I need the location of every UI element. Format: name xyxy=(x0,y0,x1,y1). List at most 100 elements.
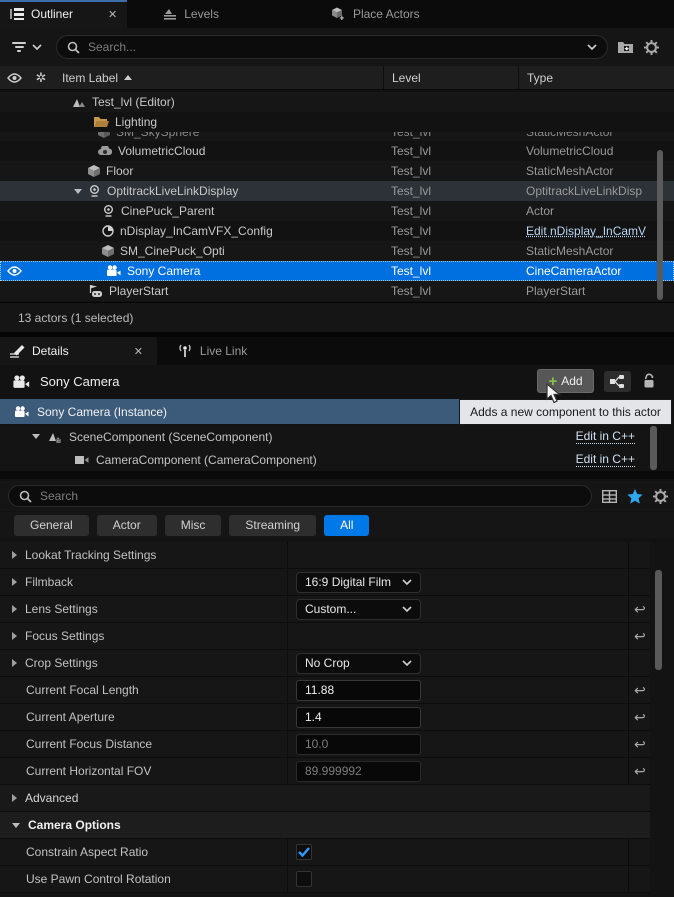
current-focal-length-input[interactable] xyxy=(296,680,421,701)
outliner-search-input[interactable] xyxy=(88,40,587,54)
player-start-icon xyxy=(88,285,103,298)
expand-arrow-icon[interactable] xyxy=(12,578,17,586)
property-row-crop-settings[interactable]: Crop Settings No Crop xyxy=(0,650,650,677)
edit-in-cpp-link[interactable]: Edit in C++ xyxy=(576,452,635,467)
property-row-focal-length[interactable]: Current Focal Length ↪ xyxy=(0,677,650,704)
current-horizontal-fov-input[interactable] xyxy=(296,761,421,782)
collapse-arrow-icon[interactable] xyxy=(12,823,20,828)
tab-outliner[interactable]: Outliner ✕ xyxy=(0,0,127,28)
reset-to-default-icon[interactable]: ↪ xyxy=(634,629,646,643)
expand-arrow-icon[interactable] xyxy=(12,551,17,559)
filter-chip-actor[interactable]: Actor xyxy=(97,515,157,536)
table-row-world[interactable]: Test_lvl (Editor) xyxy=(0,92,674,112)
table-row-selected[interactable]: Sony Camera Test_lvl CineCameraActor xyxy=(0,261,674,281)
property-row-filmback[interactable]: Filmback 16:9 Digital Film xyxy=(0,569,650,596)
details-search-row xyxy=(0,481,674,511)
details-search[interactable] xyxy=(8,485,592,507)
property-row-focus-settings[interactable]: Focus Settings ↪ xyxy=(0,623,650,650)
expand-arrow-icon[interactable] xyxy=(12,632,17,640)
table-row-clipped[interactable]: SM_SkySphere Test_lvl StaticMeshActor xyxy=(0,132,674,141)
new-folder-icon[interactable] xyxy=(618,40,634,54)
reset-to-default-icon[interactable]: ↪ xyxy=(634,683,646,697)
use-pawn-control-rotation-checkbox-unchecked[interactable] xyxy=(296,871,312,887)
crop-settings-dropdown[interactable]: No Crop xyxy=(296,653,421,674)
property-row-horizontal-fov[interactable]: Current Horizontal FOV ↪ xyxy=(0,758,650,785)
visible-eye-icon[interactable] xyxy=(0,266,28,276)
component-row-camera[interactable]: CameraComponent (CameraComponent) Edit i… xyxy=(0,448,657,471)
component-instance-label: Sony Camera (Instance) xyxy=(37,405,167,419)
filter-chip-general[interactable]: General xyxy=(14,515,89,536)
collapse-arrow-icon[interactable] xyxy=(32,434,40,439)
outliner-settings-gear-icon[interactable] xyxy=(644,40,659,55)
filter-funnel-icon[interactable] xyxy=(12,42,26,52)
details-settings-gear-icon[interactable] xyxy=(653,489,668,504)
outliner-scrollbar[interactable] xyxy=(657,150,663,300)
filter-chip-all-active[interactable]: All xyxy=(324,515,369,536)
property-row-aperture[interactable]: Current Aperture ↪ xyxy=(0,704,650,731)
section-header-camera-options[interactable]: Camera Options xyxy=(0,812,650,839)
table-row[interactable]: CinePuck_Parent Test_lvl Actor xyxy=(0,201,674,221)
reset-to-default-icon[interactable]: ↪ xyxy=(634,737,646,751)
table-row[interactable]: PlayerStart Test_lvl PlayerStart xyxy=(0,281,674,301)
tab-label: Details xyxy=(32,344,69,358)
display-options-grid-icon[interactable] xyxy=(602,490,617,503)
expand-arrow-icon[interactable] xyxy=(12,605,17,613)
edit-in-cpp-link[interactable]: Edit in C++ xyxy=(576,429,635,444)
static-mesh-icon xyxy=(88,165,100,177)
table-row[interactable]: VolumetricCloud Test_lvl VolumetricCloud xyxy=(0,141,674,161)
unlock-icon[interactable] xyxy=(642,373,656,389)
visibility-column-eye-icon[interactable] xyxy=(0,73,28,83)
filter-chip-misc[interactable]: Misc xyxy=(165,515,222,536)
property-row-constrain-aspect[interactable]: Constrain Aspect Ratio xyxy=(0,839,650,866)
filmback-dropdown[interactable]: 16:9 Digital Film xyxy=(296,572,421,593)
outliner-search[interactable] xyxy=(56,35,608,59)
details-scrollbar[interactable] xyxy=(655,570,662,670)
table-row-parent-of-selection[interactable]: OptitrackLiveLinkDisplay Test_lvl Optitr… xyxy=(0,181,674,201)
details-search-input[interactable] xyxy=(40,489,581,503)
close-icon[interactable]: ✕ xyxy=(134,345,143,358)
browse-blueprint-button[interactable] xyxy=(604,371,631,392)
component-row-scene[interactable]: C SceneComponent (SceneComponent) Edit i… xyxy=(0,425,657,448)
reset-to-default-icon[interactable]: ↪ xyxy=(634,710,646,724)
edit-ndisplay-link[interactable]: Edit nDisplay_InCamV xyxy=(526,224,646,238)
tab-details[interactable]: Details ✕ xyxy=(0,337,157,365)
filter-chevron-icon[interactable] xyxy=(32,44,42,50)
table-row[interactable]: nDisplay_InCamVFX_Config Test_lvl Edit n… xyxy=(0,221,674,241)
outliner-status-bar: 13 actors (1 selected) xyxy=(0,302,674,332)
table-row[interactable]: SM_CinePuck_Opti Test_lvl StaticMeshActo… xyxy=(0,241,674,261)
reset-to-default-icon[interactable]: ↪ xyxy=(634,764,646,778)
expand-arrow-icon[interactable] xyxy=(12,659,17,667)
current-focus-distance-input[interactable] xyxy=(296,734,421,755)
reset-to-default-icon[interactable]: ↪ xyxy=(634,602,646,616)
property-row-lookat[interactable]: Lookat Tracking Settings xyxy=(0,542,650,569)
svg-text:+: + xyxy=(339,14,344,22)
chevron-down-icon xyxy=(402,606,412,612)
property-row-pawn-control-rotation[interactable]: Use Pawn Control Rotation xyxy=(0,866,650,893)
column-type[interactable]: Type xyxy=(518,66,674,89)
filter-chip-streaming[interactable]: Streaming xyxy=(229,515,316,536)
table-row-folder[interactable]: Lighting xyxy=(0,112,674,132)
tab-live-link[interactable]: Live Link xyxy=(167,337,257,365)
column-item-label[interactable]: Item Label xyxy=(54,71,383,85)
search-history-chevron-icon[interactable] xyxy=(587,44,597,50)
close-icon[interactable]: ✕ xyxy=(108,8,117,21)
property-row-lens-settings[interactable]: Lens Settings Custom... ↪ xyxy=(0,596,650,623)
outliner-column-header: ✲ Item Label Level Type xyxy=(0,66,674,90)
expand-arrow-icon[interactable] xyxy=(12,794,17,802)
current-aperture-input[interactable] xyxy=(296,707,421,728)
lens-settings-dropdown[interactable]: Custom... xyxy=(296,599,421,620)
category-row-advanced[interactable]: Advanced xyxy=(0,785,650,812)
table-row[interactable]: Floor Test_lvl StaticMeshActor xyxy=(0,161,674,181)
constrain-aspect-ratio-checkbox-checked[interactable] xyxy=(296,844,312,860)
component-tree-scrollbar[interactable] xyxy=(650,426,657,470)
favorites-star-icon[interactable] xyxy=(627,489,643,504)
tab-place-actors[interactable]: + Place Actors xyxy=(321,0,430,28)
component-label: SceneComponent (SceneComponent) xyxy=(69,430,272,444)
tab-levels[interactable]: Levels xyxy=(153,0,229,28)
property-row-focus-distance[interactable]: Current Focus Distance ↪ xyxy=(0,731,650,758)
favorite-column-star-icon[interactable]: ✲ xyxy=(28,70,54,86)
add-component-tooltip: Adds a new component to this actor xyxy=(459,399,672,425)
expand-arrow-icon[interactable] xyxy=(74,189,82,194)
chevron-down-icon xyxy=(402,579,412,585)
column-level[interactable]: Level xyxy=(383,66,518,89)
